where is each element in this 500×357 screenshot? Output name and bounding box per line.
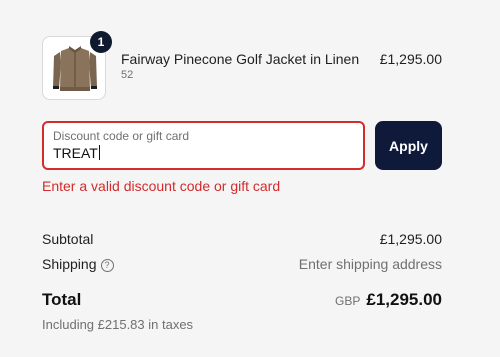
discount-code-input[interactable]: Discount code or gift card TREAT [42, 121, 365, 170]
discount-value-text: TREAT [53, 145, 98, 161]
subtotal-label: Subtotal [42, 231, 94, 247]
total-value: £1,295.00 [366, 290, 442, 309]
product-name: Fairway Pinecone Golf Jacket in Linen [121, 51, 360, 67]
quantity-badge: 1 [90, 31, 112, 53]
discount-field-value[interactable]: TREAT [53, 145, 100, 161]
help-icon[interactable]: ? [100, 259, 114, 272]
apply-discount-button[interactable]: Apply [375, 121, 442, 170]
product-price: £1,295.00 [379, 51, 442, 67]
tax-note: Including £215.83 in taxes [42, 317, 194, 332]
subtotal-row: Subtotal £1,295.00 [42, 231, 442, 247]
total-label: Total [42, 290, 82, 309]
discount-error-message: Enter a valid discount code or gift card [42, 178, 281, 194]
shipping-row: Shipping? Enter shipping address [42, 256, 442, 272]
line-item: 1 Fairway Pinecone Golf Jacket in Linen … [42, 31, 442, 100]
discount-field-label: Discount code or gift card [53, 129, 190, 143]
currency-code: GBP [335, 294, 361, 308]
shipping-value: Enter shipping address [298, 256, 442, 272]
product-variant: 52 [121, 69, 134, 81]
subtotal-value: £1,295.00 [379, 231, 442, 247]
total-amount: GBP £1,295.00 [335, 290, 442, 310]
text-caret [98, 145, 100, 160]
shipping-label: Shipping [42, 256, 97, 272]
